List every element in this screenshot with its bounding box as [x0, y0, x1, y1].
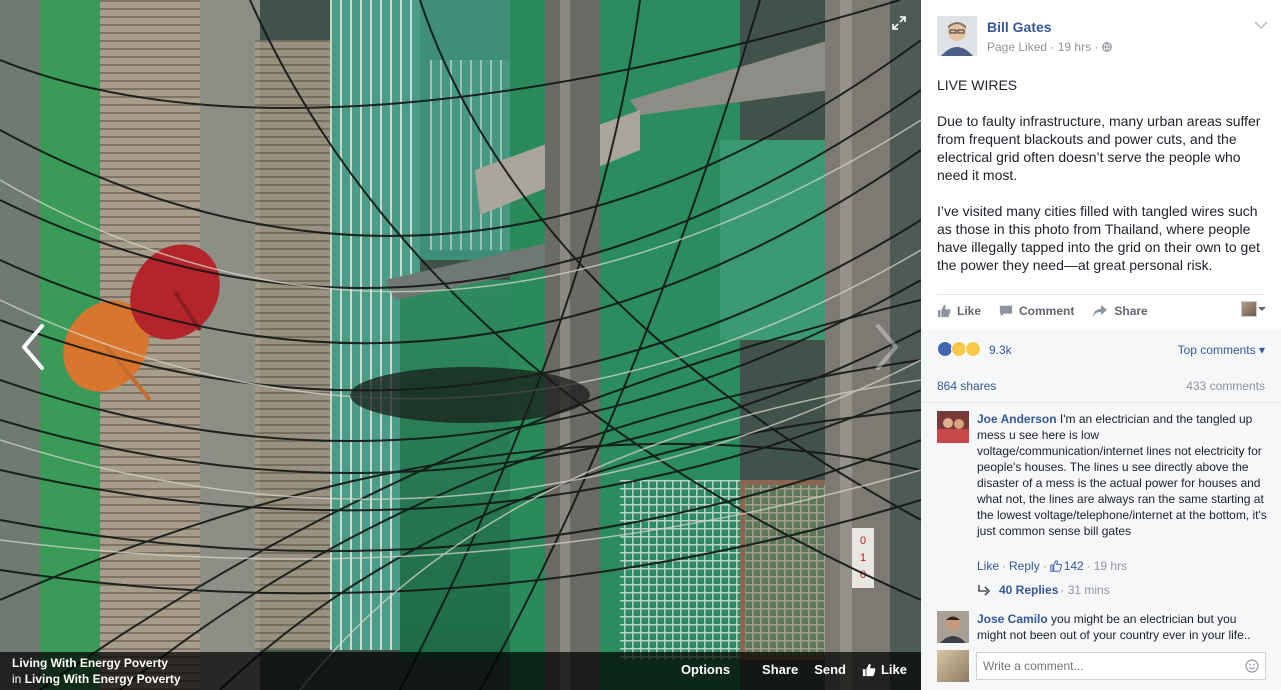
album-in-text: in — [12, 672, 22, 686]
photo-viewer[interactable]: 0 1 0 Living With Energy Poverty in Livi… — [0, 0, 921, 690]
like-thumb-icon — [937, 304, 951, 318]
post-meta: Page Liked · 19 hrs · — [987, 40, 1112, 54]
comment-button[interactable]: Comment — [999, 304, 1074, 318]
comment-icon — [999, 305, 1013, 317]
commenter-avatar[interactable] — [937, 411, 969, 443]
comment-item: Jose Camilo you might be an electrician … — [937, 611, 1267, 645]
album-link[interactable]: Living With Energy Poverty — [25, 672, 181, 686]
pole-sign-digit: 0 — [860, 535, 866, 547]
comment-composer — [937, 650, 1267, 682]
comment-time[interactable]: 19 hrs — [1094, 559, 1127, 573]
chevron-down-icon[interactable] — [1254, 20, 1268, 30]
post-body: LIVE WIRES Due to faulty infrastructure,… — [937, 76, 1272, 292]
like-thumb-icon — [1049, 560, 1062, 572]
identity-avatar — [1241, 301, 1257, 317]
share-label: Share — [1114, 304, 1148, 318]
current-user-avatar — [937, 650, 969, 682]
author-name[interactable]: Bill Gates — [987, 19, 1052, 35]
post-paragraph-1: Due to faulty infrastructure, many urban… — [937, 113, 1261, 183]
photo-footer-bar: Living With Energy Poverty in Living Wit… — [0, 652, 921, 690]
view-replies[interactable]: 40 Replies · 31 mins — [977, 583, 1110, 597]
comment-like-link[interactable]: Like — [977, 559, 999, 573]
post-paragraph-2: I’ve visited many cities filled with tan… — [937, 203, 1260, 273]
send-button[interactable]: Send — [814, 662, 846, 677]
comment-reply-link[interactable]: Reply — [1009, 559, 1040, 573]
next-photo-button[interactable] — [872, 322, 902, 372]
chevron-down-icon — [1258, 307, 1266, 311]
post-action-bar: Like Comment Share — [937, 301, 1267, 321]
expand-icon[interactable] — [891, 15, 907, 31]
comment-like-count[interactable]: 142 — [1064, 559, 1084, 573]
share-arrow-icon — [1093, 305, 1108, 317]
comments-count[interactable]: 433 comments — [1186, 379, 1265, 393]
chevron-right-icon — [876, 324, 898, 370]
photo-like-label: Like — [880, 662, 907, 677]
svg-text:1: 1 — [860, 552, 866, 564]
commenter-name[interactable]: Jose Camilo — [977, 612, 1048, 626]
comment-input[interactable] — [976, 652, 1266, 680]
like-label: Like — [957, 304, 982, 318]
wow-reaction-icon — [965, 341, 981, 357]
comment-text: Joe Anderson I'm an electrician and the … — [977, 411, 1267, 539]
comment-text: Jose Camilo you might be an electrician … — [977, 611, 1267, 643]
reaction-count[interactable]: 9.3k — [989, 343, 1012, 357]
replies-time: · 31 mins — [1060, 583, 1110, 597]
album-subtitle: in Living With Energy Poverty — [12, 671, 181, 687]
author-avatar[interactable] — [937, 16, 977, 56]
comment-meta: Like · Reply · 142 · 19 hrs — [977, 559, 1128, 573]
photo-share-button[interactable]: Share — [762, 662, 798, 677]
divider — [937, 294, 1265, 295]
replies-link[interactable]: 40 Replies — [999, 583, 1058, 597]
comment-label: Comment — [1019, 304, 1075, 318]
options-button[interactable]: Options — [681, 662, 730, 677]
reaction-identity-selector[interactable] — [1241, 301, 1267, 317]
post-meta-text: Page Liked · 19 hrs · — [987, 40, 1102, 54]
photo-actions: Options Share Send Like — [665, 662, 907, 677]
top-comments-dropdown[interactable]: Top comments ▾ — [1178, 343, 1265, 357]
globe-icon[interactable] — [1101, 42, 1112, 52]
album-title[interactable]: Living With Energy Poverty — [12, 655, 168, 671]
previous-photo-button[interactable] — [18, 322, 48, 372]
counts-row: 864 shares 433 comments — [937, 379, 1265, 395]
emoji-icon[interactable] — [1245, 659, 1259, 673]
post-header: Bill Gates Page Liked · 19 hrs · — [937, 16, 1268, 60]
comment-body: I'm an electrician and the tangled up me… — [977, 412, 1267, 538]
reply-arrow-icon — [978, 585, 991, 596]
post-side-panel: Bill Gates Page Liked · 19 hrs · LIVE WI… — [921, 0, 1281, 690]
like-button[interactable]: Like — [937, 304, 981, 318]
reactions-summary: 9.3k Top comments ▾ — [937, 340, 1265, 360]
commenter-avatar[interactable] — [937, 611, 969, 643]
share-button[interactable]: Share — [1092, 304, 1148, 318]
reaction-icons[interactable] — [937, 341, 981, 357]
divider — [921, 402, 1281, 403]
shares-count[interactable]: 864 shares — [937, 379, 996, 393]
photo-like-button[interactable]: Like — [862, 662, 907, 677]
comment-item: Joe Anderson I'm an electrician and the … — [937, 411, 1267, 601]
like-thumb-icon — [862, 663, 876, 676]
post-heading: LIVE WIRES — [937, 77, 1018, 93]
photo-image: 0 1 0 — [0, 0, 921, 690]
commenter-name[interactable]: Joe Anderson — [977, 412, 1057, 426]
chevron-left-icon — [22, 324, 44, 370]
